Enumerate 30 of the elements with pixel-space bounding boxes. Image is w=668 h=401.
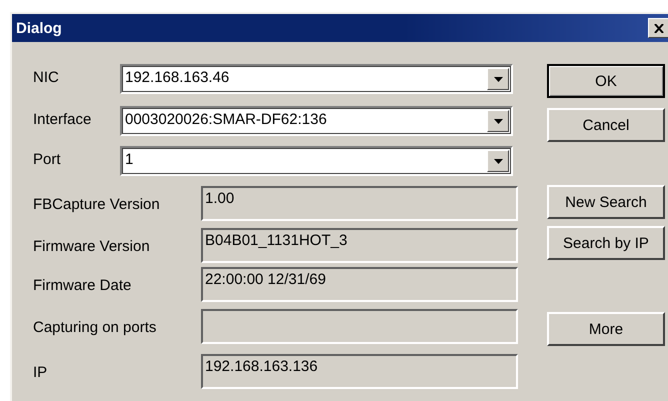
- field-label: IP: [33, 363, 48, 381]
- field-label: Firmware Date: [33, 276, 132, 294]
- read-only-field[interactable]: 192.168.163.136: [201, 354, 518, 389]
- field-label: Interface: [33, 110, 92, 128]
- read-only-field[interactable]: 22:00:00 12/31/69: [201, 267, 518, 302]
- read-only-field[interactable]: B04B01_1131HOT_3: [201, 228, 518, 263]
- caret-icon: [494, 76, 502, 82]
- dropdown-button[interactable]: [487, 110, 509, 132]
- field-label: NIC: [33, 68, 60, 86]
- dialog-button[interactable]: New Search: [547, 185, 665, 219]
- dropdown[interactable]: 0003020026:SMAR-DF62:136: [120, 106, 513, 136]
- field-label: Port: [33, 150, 62, 168]
- field-label: Capturing on ports: [33, 318, 158, 336]
- dropdown[interactable]: 1: [120, 146, 513, 176]
- dialog-button[interactable]: Cancel: [547, 108, 665, 142]
- read-only-field[interactable]: [201, 309, 518, 344]
- dialog-button[interactable]: Search by IP: [547, 226, 665, 260]
- caret-icon: [494, 118, 502, 124]
- caret-icon: [494, 158, 502, 164]
- dropdown-button[interactable]: [487, 150, 509, 172]
- window-title: Dialog: [16, 20, 62, 36]
- close-icon: [654, 24, 664, 32]
- dropdown[interactable]: 192.168.163.46: [120, 64, 513, 94]
- dialog-button[interactable]: More: [547, 312, 665, 346]
- close-button[interactable]: [648, 18, 668, 38]
- read-only-field[interactable]: 1.00: [201, 186, 518, 221]
- dialog-button[interactable]: OK: [547, 64, 665, 98]
- field-label: Firmware Version: [33, 237, 151, 255]
- dropdown-button[interactable]: [487, 68, 509, 90]
- field-label: FBCapture Version: [33, 195, 161, 213]
